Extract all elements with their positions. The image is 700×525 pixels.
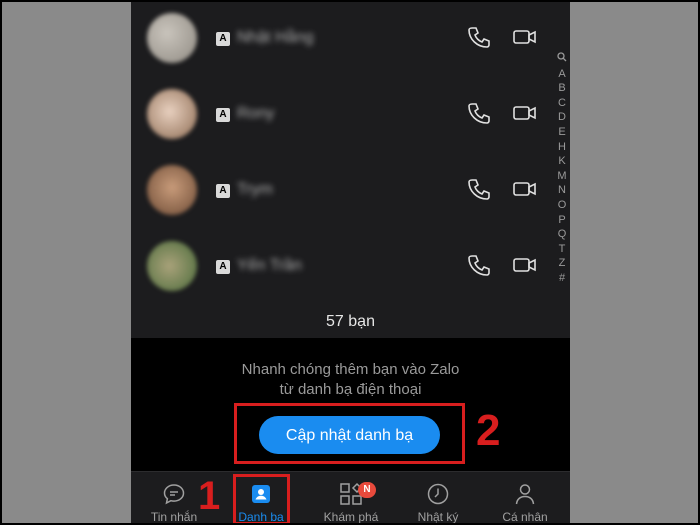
- index-letter[interactable]: M: [554, 169, 570, 184]
- bottom-tab-bar: Tin nhắn Danh ba N Khám phá Nhật ký Cá n…: [131, 471, 570, 525]
- phone-call-icon[interactable]: [467, 101, 491, 125]
- invite-text-line-2: từ danh bạ điện thoại: [279, 381, 422, 398]
- phone-call-icon[interactable]: [467, 177, 491, 201]
- index-letter[interactable]: Z: [554, 256, 570, 271]
- alphabet-index[interactable]: A B C D E H K M N O P Q T Z #: [554, 52, 570, 286]
- contact-list[interactable]: A Nhật Hằng A Rony A Trym A Yến Trần A B…: [131, 0, 570, 338]
- index-letter[interactable]: N: [554, 183, 570, 198]
- index-letter[interactable]: #: [554, 271, 570, 286]
- account-badge: A: [216, 32, 230, 46]
- phone-call-icon[interactable]: [467, 253, 491, 277]
- video-call-icon[interactable]: [512, 253, 538, 277]
- tab-label: Danh ba: [238, 510, 284, 524]
- contact-name: Trym: [237, 181, 273, 198]
- index-letter[interactable]: O: [554, 198, 570, 213]
- tab-contacts[interactable]: Danh ba: [221, 472, 301, 525]
- contact-row[interactable]: A Rony: [131, 81, 570, 157]
- tab-timeline[interactable]: Nhật ký: [398, 472, 478, 525]
- friend-count: 57 bạn: [326, 313, 375, 330]
- contacts-icon: [249, 482, 273, 506]
- video-call-icon[interactable]: [512, 177, 538, 201]
- video-call-icon[interactable]: [512, 101, 538, 125]
- index-letter[interactable]: A: [554, 67, 570, 82]
- index-letter[interactable]: T: [554, 242, 570, 257]
- chat-bubble-icon: [162, 482, 186, 506]
- account-badge: A: [216, 108, 230, 122]
- contact-row[interactable]: A Yến Trần: [131, 233, 570, 309]
- update-contacts-button[interactable]: Cập nhật danh bạ: [259, 416, 440, 454]
- index-letter[interactable]: Q: [554, 227, 570, 242]
- avatar[interactable]: [147, 89, 197, 139]
- index-letter[interactable]: P: [554, 213, 570, 228]
- contact-name: Nhật Hằng: [237, 29, 314, 46]
- step-number-2: 2: [476, 406, 501, 455]
- video-call-icon[interactable]: [512, 25, 538, 49]
- tab-label: Cá nhân: [502, 510, 548, 524]
- contact-row[interactable]: A Trym: [131, 157, 570, 233]
- account-badge: A: [216, 260, 230, 274]
- phone-call-icon[interactable]: [467, 25, 491, 49]
- index-letter[interactable]: D: [554, 110, 570, 125]
- index-letter[interactable]: B: [554, 81, 570, 96]
- clock-icon: [426, 482, 450, 506]
- contact-name: Rony: [237, 105, 275, 122]
- new-badge: N: [358, 482, 376, 498]
- avatar[interactable]: [147, 13, 197, 63]
- avatar[interactable]: [147, 165, 197, 215]
- index-letter[interactable]: C: [554, 96, 570, 111]
- tab-profile[interactable]: Cá nhân: [485, 472, 565, 525]
- account-badge: A: [216, 184, 230, 198]
- avatar[interactable]: [147, 241, 197, 291]
- index-letter[interactable]: K: [554, 154, 570, 169]
- contact-row[interactable]: A Nhật Hằng: [131, 5, 570, 81]
- step-number-1: 1: [198, 474, 221, 518]
- index-letter[interactable]: E: [554, 125, 570, 140]
- search-icon[interactable]: [554, 52, 570, 67]
- tab-label: Khám phá: [323, 510, 379, 524]
- tab-discover[interactable]: N Khám phá: [311, 472, 391, 525]
- tab-label: Nhật ký: [417, 510, 459, 524]
- index-letter[interactable]: H: [554, 140, 570, 155]
- phone-screen: A Nhật Hằng A Rony A Trym A Yến Trần A B…: [131, 0, 570, 525]
- profile-icon: [513, 482, 537, 506]
- contact-name: Yến Trần: [237, 257, 302, 274]
- sync-contacts-panel: Nhanh chóng thêm bạn vào Zalo từ danh bạ…: [131, 338, 570, 471]
- invite-text-line-1: Nhanh chóng thêm bạn vào Zalo: [241, 361, 460, 378]
